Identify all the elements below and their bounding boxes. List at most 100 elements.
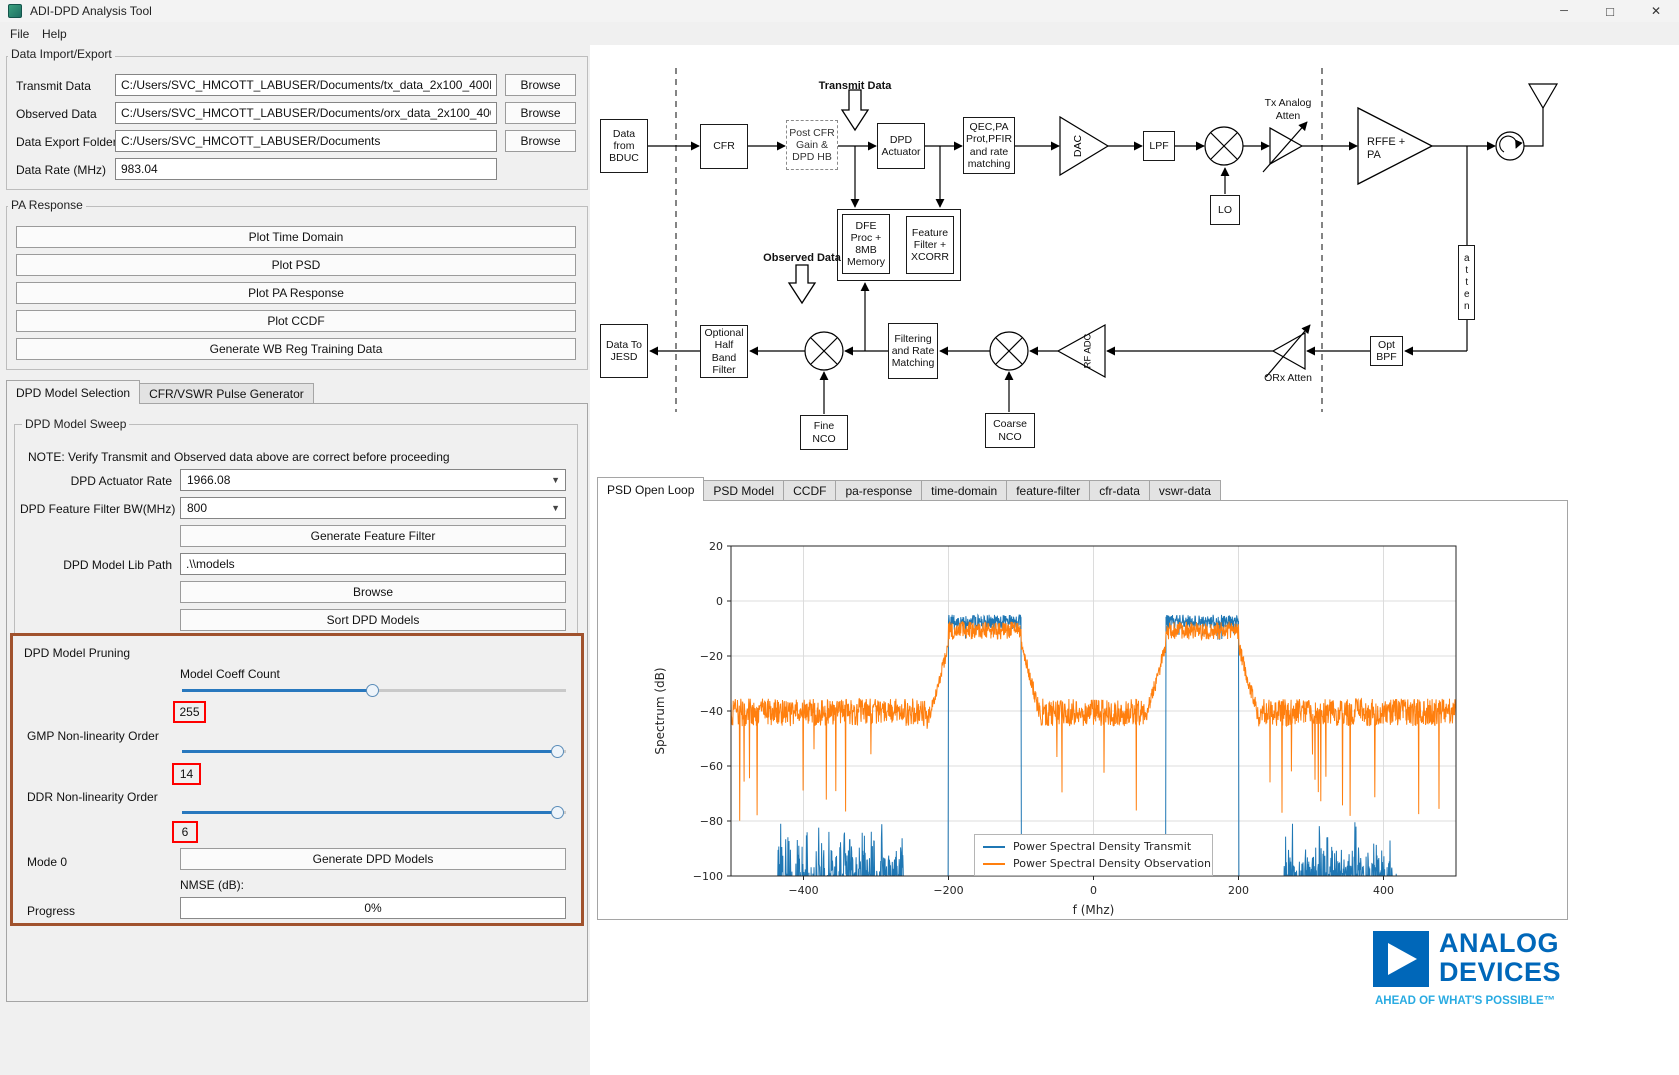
dpd-feature-bw-combo[interactable]: 800 ▼ bbox=[180, 497, 566, 519]
dpd-model-lib-path-label: DPD Model Lib Path bbox=[20, 558, 172, 572]
block-feature-filter-xcorr: Feature Filter + XCORR bbox=[906, 216, 954, 274]
transmit-line-swatch bbox=[983, 846, 1005, 848]
svg-text:20: 20 bbox=[709, 540, 723, 553]
dac-label: DAC bbox=[1072, 134, 1084, 157]
close-icon: ✕ bbox=[1651, 4, 1661, 18]
generate-wb-reg-button[interactable]: Generate WB Reg Training Data bbox=[16, 338, 576, 360]
slider-thumb[interactable] bbox=[551, 745, 564, 758]
progress-label: Progress bbox=[27, 904, 75, 918]
block-atten: atten bbox=[1458, 245, 1475, 320]
tab-time-domain[interactable]: time-domain bbox=[921, 480, 1007, 501]
dpd-feature-bw-value: 800 bbox=[187, 501, 207, 515]
block-optional-half-band-filter: Optional Half Band Filter bbox=[700, 325, 748, 378]
tab-dpd-model-selection[interactable]: DPD Model Selection bbox=[6, 380, 140, 404]
svg-text:Spectrum (dB): Spectrum (dB) bbox=[653, 667, 667, 754]
dpd-model-sweep-title: DPD Model Sweep bbox=[22, 417, 129, 431]
svg-text:−60: −60 bbox=[700, 760, 723, 773]
close-button[interactable]: ✕ bbox=[1633, 0, 1679, 22]
data-import-export-title: Data Import/Export bbox=[8, 47, 115, 61]
data-export-folder-input[interactable] bbox=[115, 130, 497, 152]
transmit-browse-button[interactable]: Browse bbox=[505, 74, 576, 96]
transmit-data-arrow-icon bbox=[842, 90, 868, 130]
svg-text:f (Mhz): f (Mhz) bbox=[1073, 903, 1115, 917]
observed-data-annotation: Observed Data bbox=[747, 252, 857, 265]
svg-text:0: 0 bbox=[716, 595, 723, 608]
dpd-model-pruning-title: DPD Model Pruning bbox=[24, 646, 130, 660]
dpd-actuator-rate-label: DPD Actuator Rate bbox=[20, 474, 172, 488]
svg-text:200: 200 bbox=[1228, 884, 1249, 897]
ddr-order-value: 6 bbox=[172, 821, 198, 843]
tab-cfr-vswr-pulse-generator[interactable]: CFR/VSWR Pulse Generator bbox=[139, 383, 314, 404]
antenna-icon bbox=[1529, 84, 1557, 108]
progress-bar: 0% bbox=[180, 897, 566, 919]
observation-line-swatch bbox=[983, 863, 1005, 865]
plot-time-domain-button[interactable]: Plot Time Domain bbox=[16, 226, 576, 248]
nmse-label: NMSE (dB): bbox=[180, 878, 244, 892]
plot-psd-button[interactable]: Plot PSD bbox=[16, 254, 576, 276]
slider-thumb[interactable] bbox=[366, 684, 379, 697]
transmit-data-label: Transmit Data bbox=[16, 79, 91, 93]
legend-observation: Power Spectral Density Observation bbox=[983, 857, 1204, 870]
maximize-button[interactable]: □ bbox=[1587, 0, 1633, 22]
chevron-down-icon: ▼ bbox=[551, 503, 560, 513]
block-lo: LO bbox=[1210, 195, 1240, 225]
block-lpf: LPF bbox=[1143, 131, 1175, 161]
dpd-actuator-rate-value: 1966.08 bbox=[187, 473, 230, 487]
menu-help[interactable]: Help bbox=[42, 27, 67, 41]
minimize-icon: ─ bbox=[1560, 5, 1568, 17]
block-fine-nco: Fine NCO bbox=[800, 415, 848, 450]
adi-logo-mark-icon bbox=[1373, 931, 1429, 987]
data-rate-input[interactable] bbox=[115, 158, 497, 180]
tab-pa-response[interactable]: pa-response bbox=[835, 480, 922, 501]
model-coeff-slider[interactable] bbox=[182, 684, 566, 697]
sort-dpd-models-button[interactable]: Sort DPD Models bbox=[180, 609, 566, 631]
dac-icon bbox=[1060, 117, 1108, 175]
plot-pa-response-button[interactable]: Plot PA Response bbox=[16, 282, 576, 304]
observed-data-input[interactable] bbox=[115, 102, 497, 124]
block-filtering-rate-matching: Filtering and Rate Matching bbox=[888, 323, 938, 379]
model-lib-browse-button[interactable]: Browse bbox=[180, 581, 566, 603]
app-icon bbox=[8, 4, 22, 18]
slider-fill bbox=[182, 750, 558, 753]
slider-track bbox=[372, 689, 566, 692]
transmit-data-input[interactable] bbox=[115, 74, 497, 96]
tab-psd-model[interactable]: PSD Model bbox=[703, 480, 784, 501]
slider-thumb[interactable] bbox=[551, 806, 564, 819]
tab-ccdf[interactable]: CCDF bbox=[783, 480, 836, 501]
svg-text:−80: −80 bbox=[700, 815, 723, 828]
orx-atten-label: ORx Atten bbox=[1253, 372, 1323, 385]
generate-feature-filter-button[interactable]: Generate Feature Filter bbox=[180, 525, 566, 547]
export-browse-button[interactable]: Browse bbox=[505, 130, 576, 152]
maximize-icon: □ bbox=[1606, 4, 1614, 19]
svg-text:400: 400 bbox=[1373, 884, 1394, 897]
title-bar: ADI-DPD Analysis Tool ─ □ ✕ bbox=[0, 0, 1679, 22]
model-coeff-count-label: Model Coeff Count bbox=[180, 667, 280, 681]
tab-psd-open-loop[interactable]: PSD Open Loop bbox=[597, 477, 704, 501]
minimize-button[interactable]: ─ bbox=[1541, 0, 1587, 22]
block-data-to-jesd: Data To JESD bbox=[600, 324, 648, 378]
dpd-actuator-rate-combo[interactable]: 1966.08 ▼ bbox=[180, 469, 566, 491]
chart-legend: Power Spectral Density Transmit Power Sp… bbox=[974, 834, 1213, 876]
svg-text:−100: −100 bbox=[693, 870, 723, 883]
logo-line2: DEVICES bbox=[1439, 958, 1561, 987]
data-rate-label: Data Rate (MHz) bbox=[16, 163, 106, 177]
block-opt-bpf: Opt BPF bbox=[1370, 336, 1403, 366]
menu-file[interactable]: File bbox=[10, 27, 29, 41]
dpd-model-lib-path-input[interactable] bbox=[180, 553, 566, 575]
tab-feature-filter[interactable]: feature-filter bbox=[1006, 480, 1090, 501]
ddr-order-slider[interactable] bbox=[182, 806, 566, 819]
generate-dpd-models-button[interactable]: Generate DPD Models bbox=[180, 848, 566, 870]
tab-cfr-data[interactable]: cfr-data bbox=[1089, 480, 1150, 501]
svg-text:−200: −200 bbox=[933, 884, 963, 897]
svg-text:−40: −40 bbox=[700, 705, 723, 718]
observed-data-label: Observed Data bbox=[16, 107, 97, 121]
svg-text:−400: −400 bbox=[788, 884, 818, 897]
observed-browse-button[interactable]: Browse bbox=[505, 102, 576, 124]
logo-line1: ANALOG bbox=[1439, 929, 1561, 958]
psd-open-loop-pane: 200−20−40−60−80−100−400−2000200400Spectr… bbox=[597, 500, 1568, 920]
gmp-order-slider[interactable] bbox=[182, 745, 566, 758]
gmp-order-value: 14 bbox=[172, 763, 201, 785]
plot-ccdf-button[interactable]: Plot CCDF bbox=[16, 310, 576, 332]
observed-data-arrow-icon bbox=[789, 265, 815, 303]
tab-vswr-data[interactable]: vswr-data bbox=[1149, 480, 1221, 501]
